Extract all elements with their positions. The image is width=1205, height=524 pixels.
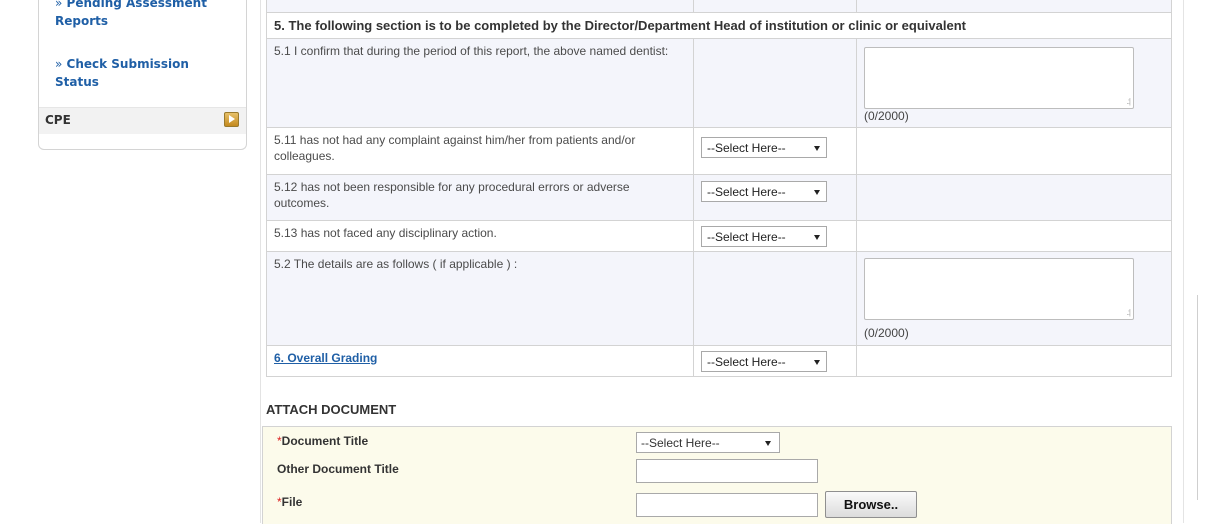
- other-document-title-label: Other Document Title: [277, 462, 399, 476]
- sidebar-item-pending-assessment-reports[interactable]: » Pending Assessment Reports: [55, 0, 207, 30]
- sidebar-item-label: Check Submission: [66, 57, 189, 71]
- section-title: 5. The following section is to be comple…: [274, 18, 966, 33]
- section-header: 5. The following section is to be comple…: [267, 13, 1172, 39]
- question-text: 5.11 has not had any complaint against h…: [274, 133, 636, 163]
- question-text: 5.12 has not been responsible for any pr…: [274, 180, 630, 210]
- sidebar: » Pending Assessment Reports » Check Sub…: [38, 0, 247, 150]
- chevron-down-icon: [814, 360, 820, 365]
- assessment-form-table: 5. The following section is to be comple…: [266, 0, 1172, 377]
- chevron-down-icon: [814, 190, 820, 195]
- character-counter: (0/2000): [864, 326, 909, 340]
- sidebar-item-check-submission-status[interactable]: » Check Submission Status: [55, 55, 189, 91]
- document-title-label: *Document Title: [277, 434, 369, 448]
- question-text: 5.1 I confirm that during the period of …: [274, 44, 669, 58]
- table-row: 5.13 has not faced any disciplinary acti…: [267, 221, 1172, 252]
- details-textarea[interactable]: .:|: [864, 258, 1134, 320]
- chevron-down-icon: [765, 441, 771, 446]
- question-text: 5.2 The details are as follows ( if appl…: [274, 257, 518, 271]
- file-label: *File: [277, 495, 303, 509]
- complaint-select[interactable]: --Select Here--: [701, 137, 827, 158]
- sidebar-item-label: Status: [55, 75, 99, 89]
- table-row: 5.1 I confirm that during the period of …: [267, 39, 1172, 128]
- sidebar-item-label: Pending Assessment: [66, 0, 207, 10]
- chevron-down-icon: [814, 235, 820, 240]
- question-text: 5.13 has not faced any disciplinary acti…: [274, 226, 497, 240]
- attach-document-panel: *Document Title --Select Here-- Other Do…: [262, 426, 1172, 524]
- table-row: 5.12 has not been responsible for any pr…: [267, 175, 1172, 221]
- divider: [1183, 0, 1184, 523]
- overall-grading-link[interactable]: 6. Overall Grading: [274, 351, 377, 365]
- browse-button[interactable]: Browse..: [825, 491, 917, 518]
- sidebar-section-cpe[interactable]: CPE: [39, 108, 246, 134]
- character-counter: (0/2000): [864, 109, 909, 123]
- table-row: [267, 0, 1172, 13]
- divider: [260, 0, 261, 523]
- disciplinary-select[interactable]: --Select Here--: [701, 226, 827, 247]
- attach-section-title: ATTACH DOCUMENT: [266, 402, 397, 417]
- expand-arrow-icon[interactable]: [224, 112, 239, 127]
- confirmation-textarea[interactable]: .:|: [864, 47, 1134, 109]
- scrollbar[interactable]: [1197, 295, 1205, 500]
- document-title-select[interactable]: --Select Here--: [636, 432, 780, 453]
- table-row: 5.2 The details are as follows ( if appl…: [267, 252, 1172, 346]
- table-row: 6. Overall Grading --Select Here--: [267, 346, 1172, 377]
- resize-grip-icon[interactable]: .:|: [1126, 97, 1130, 106]
- procedural-errors-select[interactable]: --Select Here--: [701, 181, 827, 202]
- file-path-input[interactable]: [636, 493, 818, 517]
- sidebar-item-label: Reports: [55, 14, 109, 28]
- resize-grip-icon[interactable]: .:|: [1126, 308, 1130, 317]
- chevron-down-icon: [814, 146, 820, 151]
- bullet-icon: »: [55, 0, 63, 10]
- bullet-icon: »: [55, 57, 63, 71]
- table-row: 5.11 has not had any complaint against h…: [267, 128, 1172, 175]
- overall-grading-select[interactable]: --Select Here--: [701, 351, 827, 372]
- sidebar-section-label: CPE: [45, 113, 71, 127]
- other-document-title-input[interactable]: [636, 459, 818, 483]
